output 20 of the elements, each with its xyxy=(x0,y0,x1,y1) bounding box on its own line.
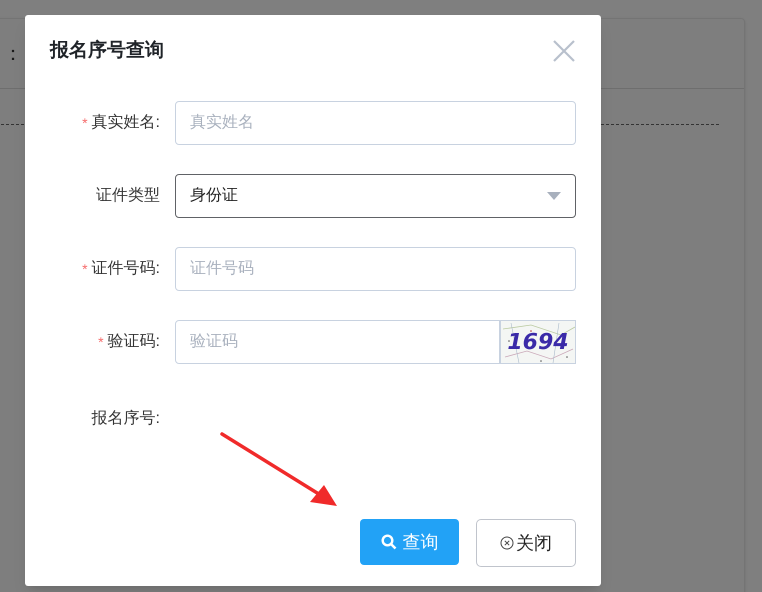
close-icon[interactable] xyxy=(552,39,576,63)
field-label: 验证码: xyxy=(108,332,160,352)
close-circle-icon xyxy=(500,536,514,550)
close-button[interactable]: 关闭 xyxy=(476,519,576,567)
input-field[interactable]: 证件号码 xyxy=(175,247,576,291)
field-label: 真实姓名: xyxy=(92,112,160,133)
input-field[interactable]: 真实姓名 xyxy=(175,101,576,145)
required-asterisk: * xyxy=(82,260,88,278)
caret-icon xyxy=(547,192,561,200)
dialog-title: 报名序号查询 xyxy=(50,38,164,63)
captcha-image[interactable]: 1694 xyxy=(500,320,576,364)
select-field[interactable]: 身份证 xyxy=(175,174,576,218)
input-field[interactable]: 验证码 xyxy=(175,320,500,364)
required-asterisk: * xyxy=(98,332,104,352)
field-label: 证件类型 xyxy=(96,186,160,206)
required-asterisk: * xyxy=(82,114,88,132)
field-label: 报名序号: xyxy=(92,408,160,429)
field-label: 证件号码: xyxy=(92,259,160,279)
section-label: ： xyxy=(3,42,23,66)
search-icon xyxy=(380,534,396,550)
